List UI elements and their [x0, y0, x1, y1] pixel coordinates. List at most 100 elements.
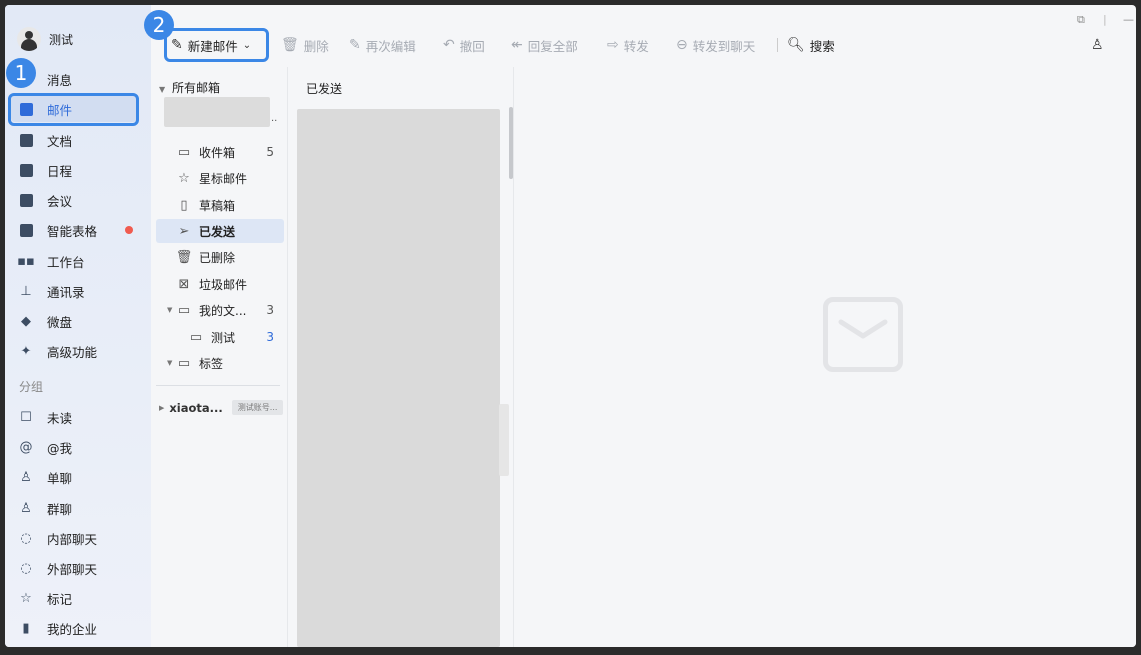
- sidebar-item-meeting[interactable]: 会议: [19, 187, 137, 213]
- sidebar-item-at-me[interactable]: @ @我: [19, 434, 137, 460]
- forward-chat-icon: ⊖: [676, 37, 688, 53]
- folder-drafts[interactable]: ▯ 草稿箱: [156, 193, 284, 217]
- restore-window-icon[interactable]: ⧉: [1077, 13, 1085, 27]
- trash-icon: 🗑: [175, 249, 193, 265]
- sidebar-item-label: 单聊: [47, 470, 73, 486]
- workbench-icon: ▪▪: [17, 253, 35, 269]
- folder-count: 3: [266, 330, 274, 344]
- spam-icon: ⊠: [178, 276, 190, 292]
- smart-sheet-icon: [19, 223, 33, 237]
- sidebar-item-calendar[interactable]: 日程: [19, 157, 137, 183]
- all-mailboxes-header[interactable]: ▼ 所有邮箱: [159, 79, 220, 96]
- contact-card-button[interactable]: ♙: [1091, 35, 1104, 55]
- folder-my-folders[interactable]: ▼ ▭ 我的文... 3: [156, 298, 284, 322]
- scrollbar[interactable]: [509, 107, 513, 179]
- folder-pane: ▼ 所有邮箱 .. ▭ 收件箱 5 ☆ 星标邮件 ▯ 草稿箱 ➢ 已发送 🗑 已…: [151, 67, 287, 647]
- sidebar-item-drive[interactable]: ◆ 微盘: [19, 308, 137, 334]
- account-placeholder[interactable]: [164, 97, 270, 127]
- folder-divider: [156, 385, 280, 386]
- undo-label: 撤回: [459, 38, 485, 54]
- forward-to-chat-button[interactable]: ⊖ 转发到聊天: [676, 35, 755, 55]
- folder-label: 星标邮件: [199, 171, 248, 186]
- folder-label: 已删除: [199, 250, 236, 265]
- delete-button[interactable]: 🗑 删除: [281, 35, 329, 55]
- company-icon: ▮: [22, 620, 30, 636]
- forward-icon: ⇨: [607, 37, 619, 53]
- user-profile[interactable]: 测试: [17, 27, 73, 51]
- sidebar-item-label: 会议: [47, 193, 73, 209]
- empty-mail-icon: [823, 297, 903, 372]
- secondary-account[interactable]: ▶ xiaota... 测试账号...: [159, 400, 284, 415]
- list-title: 已发送: [306, 82, 343, 96]
- forward-button[interactable]: ⇨ 转发: [607, 35, 649, 55]
- sidebar-item-label: 微盘: [47, 314, 73, 330]
- expand-arrow-icon[interactable]: ▼: [167, 359, 172, 367]
- reply-all-icon: ↞: [511, 37, 523, 53]
- folder-deleted[interactable]: 🗑 已删除: [156, 245, 284, 269]
- delete-label: 删除: [303, 38, 329, 54]
- mail-list-placeholder[interactable]: [297, 109, 500, 647]
- search-button[interactable]: 🔍︎ 搜索: [787, 35, 835, 55]
- forward-chat-label: 转发到聊天: [692, 38, 756, 54]
- unread-icon: ☐: [20, 409, 32, 425]
- folder-label: 垃圾邮件: [199, 277, 248, 292]
- all-mailboxes-label: 所有邮箱: [171, 81, 220, 95]
- sidebar-item-single-chat[interactable]: ♙ 单聊: [19, 464, 137, 490]
- step2-badge: 2: [144, 10, 174, 40]
- folder-spam[interactable]: ⊠ 垃圾邮件: [156, 272, 284, 296]
- account-name: xiaota...: [169, 400, 223, 415]
- app-window: 测试 消息 邮件 文档 日程 会议 智能表格 ▪▪ 工作台 ⊥ 通讯录 ◆ 微盘…: [5, 5, 1136, 647]
- collapse-arrow-icon: ▶: [159, 403, 165, 412]
- sidebar-item-label: 未读: [47, 410, 73, 426]
- reply-all-button[interactable]: ↞ 回复全部: [511, 35, 578, 55]
- sidebar-item-doc[interactable]: 文档: [19, 127, 137, 153]
- single-chat-icon: ♙: [20, 469, 32, 485]
- send-icon: ➢: [178, 223, 190, 239]
- sidebar-item-contacts[interactable]: ⊥ 通讯录: [19, 278, 137, 304]
- at-icon: @: [19, 439, 33, 455]
- sidebar-item-smart-sheet[interactable]: 智能表格: [19, 217, 137, 243]
- sidebar-item-label: 我的企业: [47, 621, 98, 637]
- folder-sent[interactable]: ➢ 已发送: [156, 219, 284, 243]
- sidebar-item-label: 标记: [47, 591, 73, 607]
- sidebar-item-unread[interactable]: ☐ 未读: [19, 404, 137, 430]
- folder-starred[interactable]: ☆ 星标邮件: [156, 166, 284, 190]
- sidebar-item-group-chat[interactable]: ♙ 群聊: [19, 495, 137, 521]
- undo-button[interactable]: ↶ 撤回: [443, 35, 485, 55]
- folder-inbox[interactable]: ▭ 收件箱 5: [156, 140, 284, 164]
- re-edit-button[interactable]: ✎ 再次编辑: [349, 35, 416, 55]
- sidebar-item-label: 文档: [47, 133, 73, 149]
- group-chat-icon: ♙: [20, 500, 32, 516]
- folder-label: 我的文...: [199, 303, 247, 318]
- more-icon[interactable]: ..: [271, 113, 277, 124]
- star-icon: ☆: [20, 590, 32, 606]
- sidebar-item-external-chat[interactable]: ◌ 外部聊天: [19, 555, 137, 581]
- sidebar-item-workbench[interactable]: ▪▪ 工作台: [17, 248, 137, 274]
- step2-highlight: [164, 28, 269, 62]
- folder-label: 标签: [199, 356, 224, 371]
- folder-tags[interactable]: ▼ ▭ 标签: [156, 351, 284, 375]
- sidebar-item-internal-chat[interactable]: ◌ 内部聊天: [19, 525, 137, 551]
- minimize-icon[interactable]: —: [1123, 13, 1134, 26]
- undo-icon: ↶: [443, 37, 455, 53]
- drive-icon: ◆: [21, 313, 31, 329]
- star-icon: ☆: [178, 170, 190, 186]
- folder-label: 测试: [211, 330, 236, 345]
- external-chat-icon: ◌: [20, 560, 32, 576]
- sidebar-item-label: 智能表格: [47, 223, 98, 239]
- sidebar-item-my-company[interactable]: ▮ 我的企业: [19, 615, 137, 641]
- window-divider: |: [1103, 13, 1107, 26]
- expand-arrow-icon[interactable]: ▼: [167, 306, 172, 314]
- folder-label: 已发送: [199, 224, 236, 239]
- folder-label: 草稿箱: [199, 198, 236, 213]
- reply-all-label: 回复全部: [527, 38, 578, 54]
- doc-icon: [19, 133, 33, 147]
- sidebar-item-advanced[interactable]: ✦ 高级功能: [19, 338, 137, 364]
- sidebar-item-message[interactable]: 消息: [19, 66, 137, 92]
- meeting-icon: [19, 193, 33, 207]
- avatar[interactable]: [17, 27, 41, 51]
- sidebar-item-label: 通讯录: [47, 284, 85, 300]
- sidebar-item-starred[interactable]: ☆ 标记: [19, 585, 137, 611]
- folder-test[interactable]: ▭ 测试 3: [156, 325, 284, 349]
- sidebar-item-label: @我: [47, 440, 73, 456]
